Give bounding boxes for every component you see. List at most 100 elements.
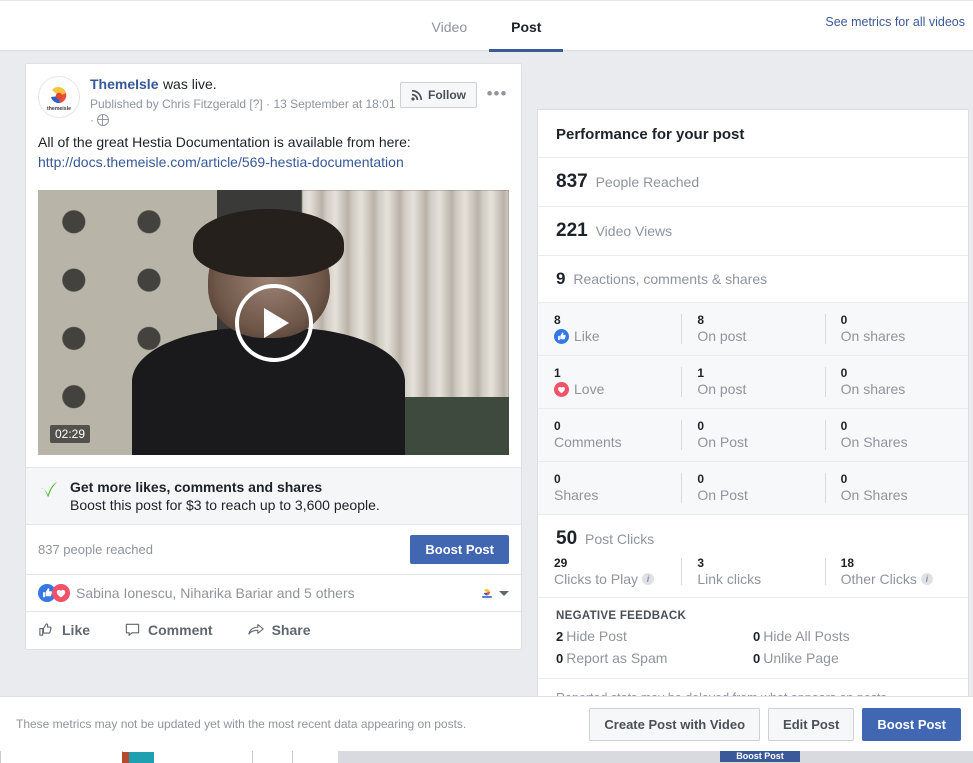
love-on-shares-count: 0	[840, 366, 848, 380]
insights-dialog: Video Post See metrics for all videos th…	[0, 0, 973, 751]
tab-bar: Video Post See metrics for all videos	[0, 0, 973, 52]
info-icon[interactable]: i	[920, 573, 933, 585]
post-message: All of the great Hestia Documentation is…	[38, 134, 411, 150]
insights-body: themeisle ThemeIsle was live. Published …	[0, 51, 973, 720]
create-post-with-video-button[interactable]: Create Post with Video	[589, 707, 761, 741]
tab-post-label: Post	[511, 18, 542, 35]
reaction-cell-shares-on-shares: 0 On Shares	[824, 462, 968, 514]
video-views-label: Video Views	[595, 223, 673, 239]
love-reaction-icon	[554, 381, 569, 397]
reaction-cell-shares-on-post: 0 On Post	[681, 462, 824, 514]
reaction-cell-shares-total: 0 Shares	[538, 462, 681, 514]
post-message-block: All of the great Hestia Documentation is…	[26, 128, 521, 182]
tab-video-label: Video	[431, 18, 468, 35]
people-reached-label: People Reached	[595, 174, 700, 190]
tab-post[interactable]: Post	[489, 1, 564, 52]
negative-report-as-spam: 0 Report as Spam	[556, 650, 753, 666]
comments-on-post-count: 0	[697, 419, 705, 433]
click-breakdown-row: 29 Clicks to Play i 3 Link clicks 18 Oth…	[538, 554, 968, 598]
reaction-cell-like-on-shares: 0 On shares	[824, 303, 968, 355]
unlike-page-value: 0	[753, 651, 761, 666]
reaction-cell-love-on-post: 1 On post	[681, 356, 824, 408]
meta-separator-2: ·	[90, 113, 94, 127]
like-label: Like	[574, 328, 600, 344]
themeisle-avatar-icon	[482, 588, 492, 598]
post-clicks-header: 50 Post Clicks	[538, 515, 968, 554]
page-name-link[interactable]: ThemeIsle	[90, 76, 158, 92]
shares-on-shares-count: 0	[840, 472, 848, 486]
love-count: 1	[554, 366, 561, 380]
reactions-total-label: Reactions, comments & shares	[573, 271, 768, 287]
negative-feedback-grid: 2 Hide Post 0 Hide All Posts 0 Report as Sp…	[538, 628, 968, 678]
click-cell-clicks-to-play: 29 Clicks to Play i	[538, 556, 681, 587]
comment-button[interactable]: Comment	[124, 621, 213, 638]
like-label-wrap: Like	[554, 328, 681, 344]
comments-on-shares-count: 0	[840, 419, 848, 433]
edit-post-button[interactable]: Edit Post	[768, 707, 855, 741]
reaction-row-like: 8 Like 8 On post 0 On shares	[538, 303, 968, 355]
post-published-by: Published by Chris Fitzgerald [?]	[90, 97, 263, 111]
click-cell-link-clicks: 3 Link clicks	[681, 556, 824, 587]
like-on-post-count: 8	[697, 313, 705, 327]
performance-panel: Performance for your post 837 People Rea…	[537, 109, 969, 720]
reaction-cell-like-total: 8 Like	[538, 303, 681, 355]
post-header: themeisle ThemeIsle was live. Published …	[26, 64, 521, 128]
post-timestamp[interactable]: 13 September at 18:01	[273, 97, 395, 111]
shares-on-shares-label: On Shares	[840, 487, 908, 503]
post-preview-card: themeisle ThemeIsle was live. Published …	[25, 63, 522, 650]
stat-people-reached: 837 People Reached	[538, 157, 968, 206]
link-clicks-label: Link clicks	[697, 571, 762, 587]
share-button[interactable]: Share	[247, 621, 311, 638]
shares-count: 0	[554, 472, 561, 486]
video-player[interactable]: 02:29	[38, 190, 509, 455]
reach-row: 837 people reached Boost Post	[26, 525, 521, 575]
performance-panel-title: Performance for your post	[556, 126, 745, 143]
rss-icon	[411, 89, 423, 101]
comment-bubble-icon	[125, 623, 140, 636]
negative-unlike-page: 0 Unlike Page	[753, 650, 950, 666]
video-views-value: 221	[556, 220, 588, 241]
like-on-post-label: On post	[697, 328, 747, 344]
themeisle-logo-icon: themeisle	[39, 77, 79, 117]
boost-post-button-footer[interactable]: Boost Post	[862, 707, 961, 741]
report-as-spam-value: 0	[556, 651, 564, 666]
ellipsis-icon[interactable]: •••	[485, 82, 509, 106]
other-clicks-label: Other Clicks	[840, 571, 917, 587]
clicks-to-play-label: Clicks to Play	[554, 571, 639, 587]
background-boost-post-button[interactable]: Boost Post	[720, 750, 800, 762]
love-on-post-label: On post	[697, 381, 747, 397]
insights-screen: Boost Post Video Post See metrics for al…	[0, 0, 973, 763]
meta-separator-1: ·	[266, 97, 271, 111]
reactors-row: Sabina Ionescu, Niharika Bariar and 5 ot…	[26, 575, 521, 611]
comments-label: Comments	[554, 434, 622, 450]
love-label: Love	[574, 381, 605, 397]
love-on-post-count: 1	[697, 366, 705, 380]
like-count: 8	[554, 313, 561, 327]
like-button[interactable]: Like	[38, 621, 90, 638]
negative-feedback-title: NEGATIVE FEEDBACK	[556, 610, 687, 622]
love-on-shares-label: On shares	[840, 381, 906, 397]
reactor-names[interactable]: Sabina Ionescu, Niharika Bariar and 5 ot…	[76, 585, 355, 601]
play-icon[interactable]	[234, 283, 313, 362]
page-avatar[interactable]: themeisle	[38, 76, 80, 118]
reaction-cell-love-total: 1 Love	[538, 356, 681, 408]
footer-buttons: Create Post with Video Edit Post Boost P…	[589, 707, 961, 741]
post-link[interactable]: http://docs.themeisle.com/article/569-he…	[38, 152, 509, 172]
see-metrics-for-all-videos-link[interactable]: See metrics for all videos	[825, 15, 965, 29]
stat-reactions-comments-shares: 9 Reactions, comments & shares	[538, 255, 968, 302]
shares-label: Shares	[554, 487, 599, 503]
hide-all-posts-label: Hide All Posts	[763, 628, 850, 644]
people-reached-value: 837	[556, 171, 588, 192]
follow-button[interactable]: Follow	[400, 82, 477, 108]
green-check-icon	[41, 482, 57, 498]
tab-video[interactable]: Video	[410, 1, 490, 52]
commenting-as-selector[interactable]	[479, 585, 509, 601]
share-arrow-icon	[247, 624, 264, 635]
other-clicks-value: 18	[840, 556, 855, 570]
boost-post-button-card[interactable]: Boost Post	[410, 535, 509, 564]
unlike-page-label: Unlike Page	[763, 650, 839, 666]
boost-promo-banner: Get more likes, comments and shares Boos…	[26, 467, 521, 525]
negative-hide-all-posts: 0 Hide All Posts	[753, 628, 950, 644]
info-icon[interactable]: i	[642, 573, 655, 585]
boost-promo-title: Get more likes, comments and shares	[70, 479, 323, 495]
